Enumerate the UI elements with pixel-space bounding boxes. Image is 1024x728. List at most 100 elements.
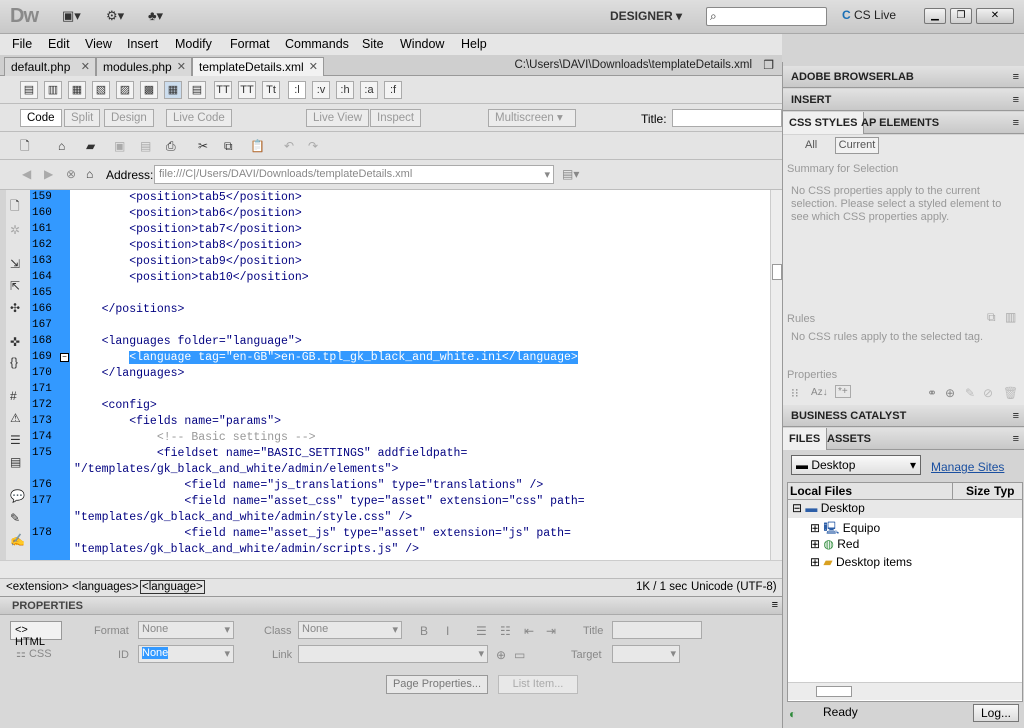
jquery-icon[interactable]: ▩	[140, 81, 158, 99]
code-line[interactable]: <!-- Basic settings -->	[74, 431, 316, 444]
log-button[interactable]: Log...	[973, 704, 1019, 722]
close-button[interactable]: ✕	[976, 8, 1014, 24]
set-properties-icon[interactable]: *+	[835, 385, 851, 398]
code-line[interactable]: <position>tab9</position>	[74, 255, 302, 268]
line-numbers-icon[interactable]: #	[10, 388, 17, 404]
restore-button[interactable]: ❐	[950, 8, 972, 24]
selected-code[interactable]: <language tag="en-GB">en-GB.tpl_gk_black…	[129, 351, 578, 364]
code-line[interactable]: <fields name="params">	[74, 415, 281, 428]
category-view-icon[interactable]: ⁝⁝	[791, 385, 799, 401]
select-parent-icon[interactable]: ✜	[10, 334, 20, 350]
btn-l[interactable]: :l	[288, 81, 306, 99]
browserlab-panel-header[interactable]: ADOBE BROWSERLAB ≡	[783, 66, 1024, 88]
common-icon[interactable]: ▤	[20, 81, 38, 99]
business-catalyst-header[interactable]: BUSINESS CATALYST ≡	[783, 405, 1024, 427]
edit-rule-icon[interactable]: ✎	[965, 385, 975, 401]
id-select[interactable]: None ▾	[138, 645, 234, 663]
redo-icon[interactable]: ↷	[308, 138, 318, 154]
back-icon[interactable]: ◀	[22, 166, 31, 182]
tag-extension[interactable]: <extension>	[6, 581, 69, 593]
workspace-switcher[interactable]: DESIGNER ▾	[610, 9, 682, 23]
code-line[interactable]: "templates/gk_black_and_white/admin/scri…	[74, 543, 419, 556]
panel-menu-icon[interactable]: ≡	[1013, 410, 1019, 422]
code-line[interactable]: <fieldset name="BASIC_SETTINGS" addfield…	[74, 447, 468, 460]
bold-icon[interactable]: B	[420, 623, 428, 639]
code-line[interactable]: <language tag="en-GB">en-GB.tpl_gk_black…	[74, 351, 578, 364]
attach-icon[interactable]: ⚭	[927, 385, 937, 401]
expand-all-icon[interactable]: ✣	[10, 300, 20, 316]
menu-view[interactable]: View	[85, 37, 112, 51]
expand-icon[interactable]: ⊞	[810, 537, 820, 551]
code-line[interactable]: "templates/gk_black_and_white/admin/styl…	[74, 511, 412, 524]
spry-icon[interactable]: ▨	[116, 81, 134, 99]
code-line[interactable]: <languages folder="language">	[74, 335, 302, 348]
code-line[interactable]: <config>	[74, 399, 157, 412]
code-line[interactable]: <position>tab5</position>	[74, 191, 302, 204]
snippet-icon[interactable]: ✍	[10, 532, 25, 548]
home-icon[interactable]: ⌂	[86, 166, 93, 182]
files-hscrollbar[interactable]	[788, 682, 1022, 700]
horizontal-scrollbar[interactable]	[0, 560, 782, 578]
syntax-icon[interactable]: ▤	[10, 454, 21, 470]
about-icon[interactable]: ▥	[1005, 309, 1016, 325]
collapse-icon[interactable]: ✲	[10, 222, 20, 238]
vertical-scrollbar[interactable]	[770, 190, 782, 560]
tab-modules-php[interactable]: modules.php ✕	[96, 57, 192, 76]
data-icon[interactable]: ▧	[92, 81, 110, 99]
current-button[interactable]: Current	[835, 137, 879, 154]
btn-a[interactable]: :a	[360, 81, 378, 99]
target-select[interactable]: ▾	[612, 645, 680, 663]
btn-f[interactable]: :f	[384, 81, 402, 99]
tree-item-red[interactable]: ⊞ ◍ Red	[810, 537, 859, 551]
tab-css-styles[interactable]: CSS STYLES	[783, 112, 865, 134]
text-tt-icon[interactable]: TT	[214, 81, 232, 99]
close-icon[interactable]: ✕	[81, 60, 90, 73]
browse-icon[interactable]: ▰	[86, 138, 95, 154]
ordered-list-icon[interactable]: ☷	[500, 623, 511, 639]
split-view-button[interactable]: Split	[64, 109, 101, 127]
html-mode-button[interactable]: <> HTML	[10, 621, 62, 648]
live-view-button[interactable]: Live View	[306, 109, 370, 127]
title-input[interactable]	[672, 109, 782, 127]
balance-braces-icon[interactable]: {}	[10, 354, 18, 370]
browse-folder-icon[interactable]: ▭	[514, 647, 525, 663]
chevron-down-icon[interactable]: ▾	[544, 168, 550, 181]
btn-v[interactable]: :v	[312, 81, 330, 99]
menu-window[interactable]: Window	[400, 37, 444, 51]
text-tt3-icon[interactable]: Tt	[262, 81, 280, 99]
menu-file[interactable]: File	[12, 37, 32, 51]
tab-default-php[interactable]: default.php ✕	[4, 57, 96, 76]
scroll-thumb[interactable]	[816, 686, 852, 697]
search-input[interactable]: ⌕	[706, 7, 827, 26]
point-to-file-icon[interactable]: ⊕	[496, 647, 506, 663]
menu-site[interactable]: Site	[362, 37, 384, 51]
stop-icon[interactable]: ⊗	[66, 166, 76, 182]
panel-menu-icon[interactable]: ≡	[1013, 94, 1019, 106]
code-editor[interactable]: <position>tab5</position> <position>tab6…	[70, 190, 770, 560]
paste-icon[interactable]: 📋	[250, 138, 265, 154]
new-icon[interactable]: 🗋	[20, 138, 30, 154]
incontext-icon[interactable]: ▦	[164, 81, 182, 99]
cut-icon[interactable]: ✂	[198, 138, 208, 154]
tab-template-details[interactable]: templateDetails.xml ✕	[192, 57, 324, 76]
tab-ap-elements[interactable]: AP ELEMENTS	[855, 112, 945, 134]
link-input[interactable]: ▾	[298, 645, 488, 663]
uncomment-icon[interactable]: ✎	[10, 510, 20, 526]
local-files-column[interactable]: Local Files	[790, 484, 852, 498]
wrap-icon[interactable]: ☰	[10, 432, 21, 448]
tag-languages[interactable]: <languages>	[72, 581, 139, 593]
manage-sites-link[interactable]: Manage Sites	[931, 460, 1004, 474]
menu-format[interactable]: Format	[230, 37, 270, 51]
layout-icon[interactable]: ▥	[44, 81, 62, 99]
collapse-selection-icon[interactable]: ⇱	[10, 278, 20, 294]
outdent-icon[interactable]: ⇤	[524, 623, 534, 639]
list-item-button[interactable]: List Item...	[498, 675, 578, 694]
class-select[interactable]: None ▾	[298, 621, 402, 639]
code-line[interactable]: </languages>	[74, 367, 185, 380]
page-properties-button[interactable]: Page Properties...	[386, 675, 488, 694]
open-icon[interactable]: ⌂	[58, 138, 65, 154]
tag-language[interactable]: <language>	[140, 580, 205, 594]
italic-icon[interactable]: I	[446, 623, 449, 639]
open-documents-icon[interactable]: 🗋	[10, 198, 20, 214]
design-view-button[interactable]: Design	[104, 109, 154, 127]
